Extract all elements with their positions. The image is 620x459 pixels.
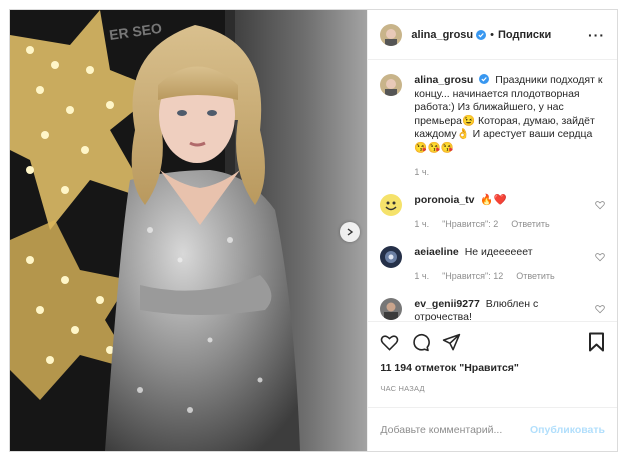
comment-item: ev_genii9277 Влюблен с отрочества! <box>380 297 605 321</box>
comment-time[interactable]: 1 ч. <box>414 270 429 284</box>
comment-text: Не идеееееет <box>464 245 533 258</box>
caption-avatar[interactable] <box>380 74 403 96</box>
likes-count[interactable]: 11 194 отметок "Нравится" <box>380 362 605 374</box>
publish-button[interactable]: Опубликовать <box>530 424 605 436</box>
chevron-right-icon <box>347 228 354 236</box>
reply-button[interactable]: Ответить <box>511 218 549 232</box>
author-avatar[interactable] <box>380 23 403 46</box>
comments-list: alina_grosu Праздники подходят к концу..… <box>368 60 617 321</box>
comment-icon[interactable] <box>411 333 431 352</box>
author-username[interactable]: alina_grosu <box>411 29 473 41</box>
bookmark-icon[interactable] <box>588 332 605 352</box>
comment-avatar[interactable] <box>380 193 403 216</box>
add-comment-bar: Опубликовать <box>368 407 617 451</box>
caption-time[interactable]: 1 ч. <box>414 166 429 180</box>
comment-avatar[interactable] <box>380 245 403 268</box>
like-comment-icon[interactable] <box>595 252 605 262</box>
comment-likes[interactable]: "Нравится": 12 <box>442 270 503 284</box>
post-actions: 11 194 отметок "Нравится" час назад <box>368 321 617 407</box>
caption: alina_grosu Праздники подходят к концу..… <box>380 74 605 180</box>
post-time[interactable]: час назад <box>380 384 605 393</box>
comment-item: aeiaeline Не идеееееет 1 ч. "Нравится": … <box>380 245 605 284</box>
verified-badge-icon <box>476 29 487 40</box>
comment-username[interactable]: poronoia_tv <box>414 194 474 206</box>
post-card: ER SEO alina_grosu • Подписки ··· alina_… <box>9 9 618 452</box>
comment-input[interactable] <box>380 423 531 436</box>
like-comment-icon[interactable] <box>595 304 605 314</box>
separator-dot: • <box>490 28 495 41</box>
post-photo[interactable]: ER SEO <box>10 10 368 451</box>
more-options-icon[interactable]: ··· <box>588 27 605 43</box>
comment-time[interactable]: 1 ч. <box>414 218 429 232</box>
comment-username[interactable]: ev_genii9277 <box>414 298 479 310</box>
comment-likes[interactable]: "Нравится": 2 <box>442 218 498 232</box>
following-button[interactable]: Подписки <box>498 29 551 41</box>
next-photo-button[interactable] <box>340 222 360 242</box>
reply-button[interactable]: Ответить <box>516 270 554 284</box>
comment-text: 🔥❤️ <box>480 193 507 206</box>
comment-item: poronoia_tv 🔥❤️ 1 ч. "Нравится": 2 Ответ… <box>380 193 605 232</box>
post-side-panel: alina_grosu • Подписки ··· alina_grosu П… <box>367 10 617 451</box>
photo-image: ER SEO <box>10 10 368 451</box>
post-header: alina_grosu • Подписки ··· <box>368 10 617 60</box>
heart-icon[interactable] <box>380 333 399 352</box>
verified-badge-icon <box>479 74 490 84</box>
comment-avatar[interactable] <box>380 297 403 320</box>
comment-username[interactable]: aeiaeline <box>414 246 458 258</box>
caption-username[interactable]: alina_grosu <box>414 74 473 86</box>
like-comment-icon[interactable] <box>595 200 605 210</box>
share-icon[interactable] <box>442 333 461 352</box>
